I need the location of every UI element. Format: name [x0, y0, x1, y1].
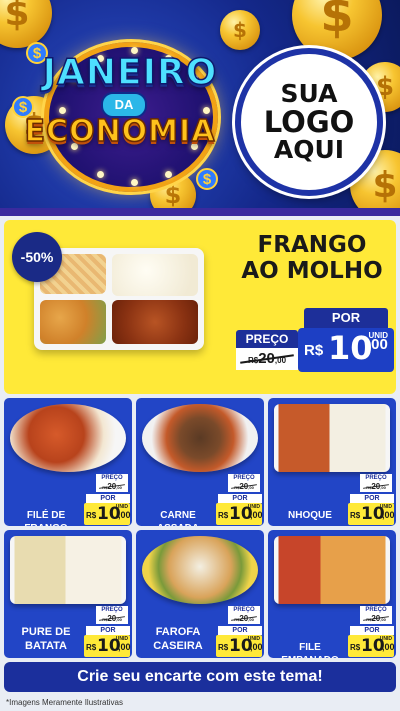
- chicken-food-image: [112, 300, 198, 344]
- create-flyer-button[interactable]: Crie seu encarte com este tema!: [4, 662, 396, 692]
- old-price: R$20,00: [228, 482, 260, 492]
- old-price-label: PREÇO: [96, 606, 128, 614]
- old-price: R$20,00: [360, 614, 392, 624]
- headline-janeiro: JANEIRO: [42, 51, 218, 94]
- old-price: R$20,00: [228, 614, 260, 624]
- discount-badge: -50%: [12, 232, 62, 282]
- product-food-image: [10, 536, 126, 604]
- product-card[interactable]: CARNE ASSADA PREÇO R$20,00 POR R$ 10 ,00…: [136, 398, 264, 526]
- product-food-image: [142, 404, 258, 472]
- product-name: NHOQUE: [288, 510, 332, 521]
- header-banner: $ $ $ JANEIRO DA ECONOMIA SUA LOGO AQUI: [0, 0, 400, 212]
- product-food-image: [274, 536, 390, 604]
- disclaimer-text: *Imagens Meramente Ilustrativas: [6, 698, 123, 707]
- old-price: R$20,00: [96, 614, 128, 624]
- new-price-label: POR: [304, 308, 388, 328]
- old-price-label: PREÇO: [236, 330, 298, 348]
- old-price-label: PREÇO: [228, 474, 260, 482]
- old-price: R$20,00: [96, 482, 128, 492]
- logo-text-line1: SUA: [280, 78, 338, 108]
- farofa-food-image: [40, 300, 106, 344]
- product-card[interactable]: FILE EMPANADO PREÇO R$20,00 POR R$ 10 ,0…: [268, 530, 396, 658]
- product-food-image: [274, 404, 390, 472]
- new-price: R$ 10 ,00 UNID: [84, 635, 131, 657]
- product-name: CARNE ASSADA: [157, 510, 199, 526]
- gold-coin-icon: [0, 0, 52, 48]
- product-name: FAROFA CASEIRA: [153, 626, 203, 652]
- logo-placeholder[interactable]: SUA LOGO AQUI: [235, 48, 383, 196]
- old-price: R$20,00: [236, 348, 298, 370]
- new-price: R$ 10 ,00 UNID: [348, 635, 395, 657]
- new-price: R$ 10 ,00 UNID: [84, 503, 131, 525]
- product-card[interactable]: PURE DE BATATA PREÇO R$20,00 POR R$ 10 ,…: [4, 530, 132, 658]
- old-price-label: PREÇO: [228, 606, 260, 614]
- product-name: PURE DE BATATA: [21, 626, 71, 652]
- old-price-label: PREÇO: [360, 474, 392, 482]
- featured-product-name: FRANGO AO MOLHO: [241, 232, 383, 285]
- rice-food-image: [112, 254, 198, 296]
- product-card[interactable]: NHOQUE PREÇO R$20,00 POR R$ 10 ,00 UNID: [268, 398, 396, 526]
- new-price-label: POR: [218, 494, 262, 503]
- divider-band: [0, 208, 400, 216]
- new-price-label: POR: [218, 626, 262, 635]
- featured-offer[interactable]: -50% FRANGO AO MOLHO PREÇO R$20,00 POR R…: [4, 220, 396, 394]
- dollar-icon: $: [196, 168, 218, 190]
- product-name: FILE EMPANADO: [281, 642, 339, 658]
- new-price: R$ 10 ,00 UNID: [216, 635, 263, 657]
- gold-coin-icon: [220, 10, 260, 50]
- logo-text-line2: LOGO: [263, 104, 355, 139]
- old-price-label: PREÇO: [96, 474, 128, 482]
- new-price-label: POR: [86, 626, 130, 635]
- new-price-label: POR: [86, 494, 130, 503]
- product-card[interactable]: FAROFA CASEIRA PREÇO R$20,00 POR R$ 10 ,…: [136, 530, 264, 658]
- headline-economia: ECONOMIA: [24, 113, 216, 150]
- old-price: R$20,00: [360, 482, 392, 492]
- product-name: FILÉ DE FRANGO: [24, 510, 67, 526]
- product-food-image: [10, 404, 126, 472]
- new-price-label: POR: [350, 626, 394, 635]
- new-price: R$ 10 ,00 UNID: [298, 328, 394, 372]
- new-price: R$ 10 ,00 UNID: [348, 503, 395, 525]
- product-food-image: [142, 536, 258, 604]
- new-price: R$ 10 ,00 UNID: [216, 503, 263, 525]
- old-price-label: PREÇO: [360, 606, 392, 614]
- product-card[interactable]: FILÉ DE FRANGO PREÇO R$20,00 POR R$ 10 ,…: [4, 398, 132, 526]
- new-price-label: POR: [350, 494, 394, 503]
- logo-text-line3: AQUI: [273, 135, 345, 165]
